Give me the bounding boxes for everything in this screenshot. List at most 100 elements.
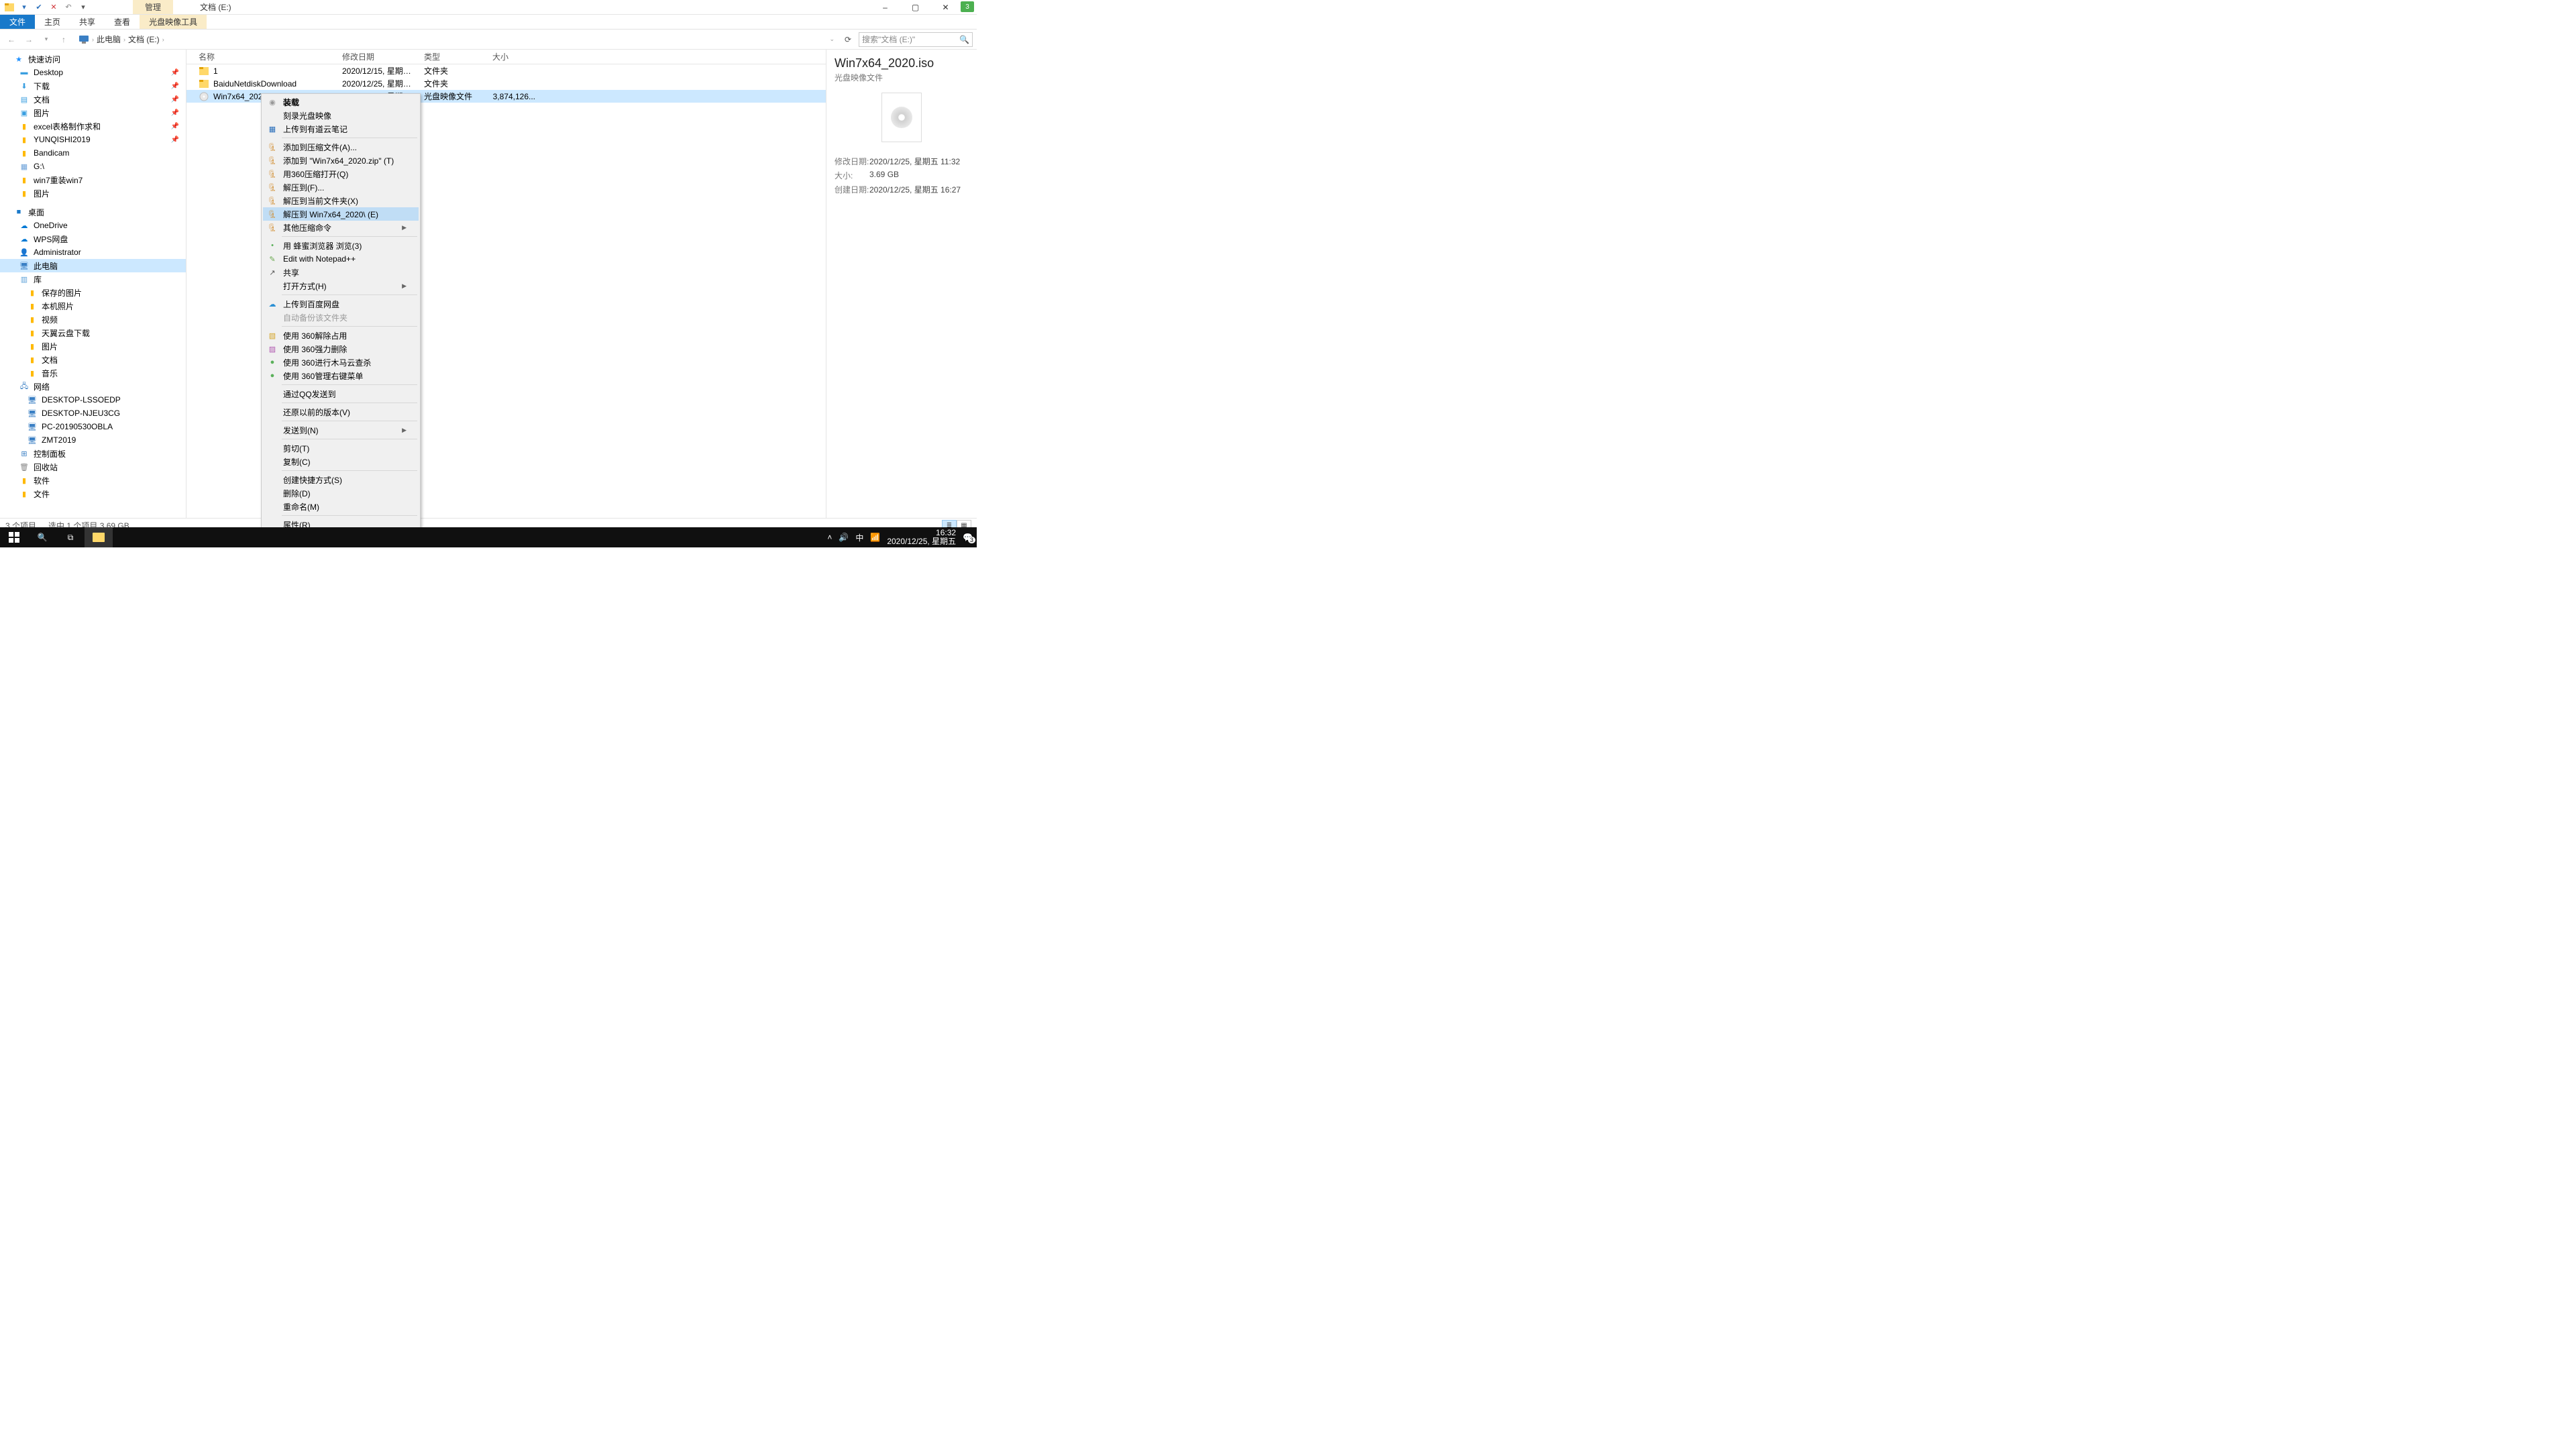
context-menu-item[interactable]: 🗜其他压缩命令▶ xyxy=(263,221,419,234)
context-menu-item[interactable]: 删除(D) xyxy=(263,486,419,500)
tree-administrator[interactable]: 👤Administrator xyxy=(0,246,186,259)
tree-drive-g[interactable]: ▦G:\ xyxy=(0,160,186,173)
network-icon[interactable]: 📶 xyxy=(870,533,880,542)
tree-network-pc[interactable]: 🖥DESKTOP-NJEU3CG xyxy=(0,407,186,420)
context-menu-item[interactable]: 复制(C) xyxy=(263,455,419,468)
tree-folder-bandicam[interactable]: ▮Bandicam xyxy=(0,146,186,160)
context-menu-item[interactable]: ☁上传到百度网盘 xyxy=(263,297,419,311)
tree-music[interactable]: ▮音乐 xyxy=(0,366,186,380)
volume-icon[interactable]: 🔊 xyxy=(839,533,849,542)
context-menu-item[interactable]: 打开方式(H)▶ xyxy=(263,279,419,292)
tree-quick-access[interactable]: ★快速访问 xyxy=(0,52,186,66)
column-name[interactable]: 名称 xyxy=(186,51,337,62)
context-menu-item[interactable]: 🗜添加到 "Win7x64_2020.zip" (T) xyxy=(263,154,419,167)
context-menu-item[interactable]: ▦上传到有道云笔记 xyxy=(263,122,419,136)
tree-desktop[interactable]: ▬Desktop📌 xyxy=(0,66,186,79)
close-button[interactable]: ✕ xyxy=(930,0,961,15)
qat-dropdown-icon[interactable]: ▾ xyxy=(78,2,89,13)
address-history-dropdown[interactable]: ⌄ xyxy=(829,36,835,43)
maximize-button[interactable]: ▢ xyxy=(900,0,930,15)
tree-network-pc[interactable]: 🖥ZMT2019 xyxy=(0,433,186,447)
tree-documents-lib[interactable]: ▮文档 xyxy=(0,353,186,366)
start-button[interactable] xyxy=(0,527,28,547)
context-menu-item[interactable]: ●使用 360管理右键菜单 xyxy=(263,369,419,382)
tab-share[interactable]: 共享 xyxy=(70,15,105,29)
column-type[interactable]: 类型 xyxy=(419,51,487,62)
save-icon[interactable]: ▾ xyxy=(19,2,30,13)
context-menu-item[interactable]: 重命名(M) xyxy=(263,500,419,513)
context-menu-item[interactable]: 🗜添加到压缩文件(A)... xyxy=(263,140,419,154)
nav-forward-button[interactable]: → xyxy=(21,32,36,47)
breadcrumb-this-pc[interactable]: 此电脑 xyxy=(97,34,121,45)
context-menu-item[interactable]: •用 蜂蜜浏览器 浏览(3) xyxy=(263,239,419,252)
tree-network-pc[interactable]: 🖥DESKTOP-LSSOEDP xyxy=(0,393,186,407)
tree-folder-files[interactable]: ▮文件 xyxy=(0,487,186,500)
context-menu-item[interactable]: ✎Edit with Notepad++ xyxy=(263,252,419,266)
context-menu-item[interactable]: 🗜解压到 Win7x64_2020\ (E) xyxy=(263,207,419,221)
tree-pictures-lib[interactable]: ▮图片 xyxy=(0,339,186,353)
context-menu-item[interactable]: 还原以前的版本(V) xyxy=(263,405,419,419)
tree-network-pc[interactable]: 🖥PC-20190530OBLA xyxy=(0,420,186,433)
explorer-taskbar-button[interactable] xyxy=(85,527,113,547)
column-date[interactable]: 修改日期 xyxy=(337,51,419,62)
tree-desktop-root[interactable]: ■桌面 xyxy=(0,205,186,219)
nav-up-button[interactable]: ↑ xyxy=(56,32,71,47)
tree-folder-excel[interactable]: ▮excel表格制作求和📌 xyxy=(0,119,186,133)
tree-onedrive[interactable]: ☁OneDrive xyxy=(0,219,186,232)
tree-folder-software[interactable]: ▮软件 xyxy=(0,474,186,487)
file-row[interactable]: BaiduNetdiskDownload2020/12/25, 星期五 1...… xyxy=(186,77,826,90)
tree-saved-pictures[interactable]: ▮保存的图片 xyxy=(0,286,186,299)
tree-this-pc[interactable]: 🖥此电脑 xyxy=(0,259,186,272)
nav-history-dropdown[interactable]: ▾ xyxy=(39,32,54,47)
context-menu-item[interactable]: 发送到(N)▶ xyxy=(263,423,419,437)
tree-folder-yunqishi[interactable]: ▮YUNQISHI2019📌 xyxy=(0,133,186,146)
tab-disc-image-tools[interactable]: 光盘映像工具 xyxy=(140,15,207,29)
context-menu-item[interactable]: ▨使用 360强力删除 xyxy=(263,342,419,356)
breadcrumb[interactable]: › 此电脑 › 文档 (E:) › xyxy=(74,33,824,46)
context-menu-item[interactable]: 刻录光盘映像 xyxy=(263,109,419,122)
undo-icon[interactable]: ↶ xyxy=(63,2,74,13)
context-menu-item[interactable]: 通过QQ发送到 xyxy=(263,387,419,400)
minimize-button[interactable]: – xyxy=(870,0,900,15)
tree-recycle-bin[interactable]: 🗑回收站 xyxy=(0,460,186,474)
tree-folder-win7reload[interactable]: ▮win7重装win7 xyxy=(0,173,186,186)
tree-pictures[interactable]: ▣图片📌 xyxy=(0,106,186,119)
tree-folder-pictures[interactable]: ▮图片 xyxy=(0,186,186,200)
context-menu-item[interactable]: ↗共享 xyxy=(263,266,419,279)
tree-downloads[interactable]: ⬇下载📌 xyxy=(0,79,186,93)
context-menu-item[interactable]: ◉装载 xyxy=(263,95,419,109)
context-menu-item[interactable]: 🗜解压到当前文件夹(X) xyxy=(263,194,419,207)
search-input[interactable]: 搜索"文档 (E:)" 🔍 xyxy=(859,32,973,47)
context-menu-item[interactable]: 剪切(T) xyxy=(263,441,419,455)
tab-view[interactable]: 查看 xyxy=(105,15,140,29)
chevron-right-icon[interactable]: › xyxy=(123,36,125,43)
chevron-right-icon[interactable]: › xyxy=(162,36,164,43)
tree-videos[interactable]: ▮视频 xyxy=(0,313,186,326)
tree-network[interactable]: 🖧网络 xyxy=(0,380,186,393)
tree-control-panel[interactable]: ⊞控制面板 xyxy=(0,447,186,460)
clock[interactable]: 16:32 2020/12/25, 星期五 xyxy=(887,529,956,546)
tree-documents[interactable]: ▤文档📌 xyxy=(0,93,186,106)
tree-libraries[interactable]: ▥库 xyxy=(0,272,186,286)
tree-wps[interactable]: ☁WPS网盘 xyxy=(0,232,186,246)
action-center-icon[interactable]: 💬3 xyxy=(963,533,973,542)
context-menu-item[interactable]: ▧使用 360解除占用 xyxy=(263,329,419,342)
column-size[interactable]: 大小 xyxy=(487,51,541,62)
refresh-button[interactable]: ⟳ xyxy=(840,35,856,44)
checkmark-icon[interactable]: ✔ xyxy=(34,2,44,13)
task-view-button[interactable]: ⧉ xyxy=(56,527,85,547)
tray-chevron-up-icon[interactable]: ˄ xyxy=(827,533,832,542)
search-icon[interactable]: 🔍 xyxy=(959,35,969,44)
context-menu-item[interactable]: 创建快捷方式(S) xyxy=(263,473,419,486)
file-row[interactable]: 12020/12/15, 星期二 1...文件夹 xyxy=(186,64,826,77)
chevron-right-icon[interactable]: › xyxy=(92,36,94,43)
context-menu-item[interactable]: ●使用 360进行木马云查杀 xyxy=(263,356,419,369)
ime-indicator[interactable]: 中 xyxy=(855,532,863,543)
tree-local-photos[interactable]: ▮本机照片 xyxy=(0,299,186,313)
search-button[interactable]: 🔍 xyxy=(28,527,56,547)
breadcrumb-drive[interactable]: 文档 (E:) xyxy=(128,34,160,45)
delete-red-icon[interactable]: ✕ xyxy=(48,2,59,13)
nav-back-button[interactable]: ← xyxy=(4,32,19,47)
context-menu-item[interactable]: 🗜解压到(F)... xyxy=(263,180,419,194)
tab-home[interactable]: 主页 xyxy=(35,15,70,29)
